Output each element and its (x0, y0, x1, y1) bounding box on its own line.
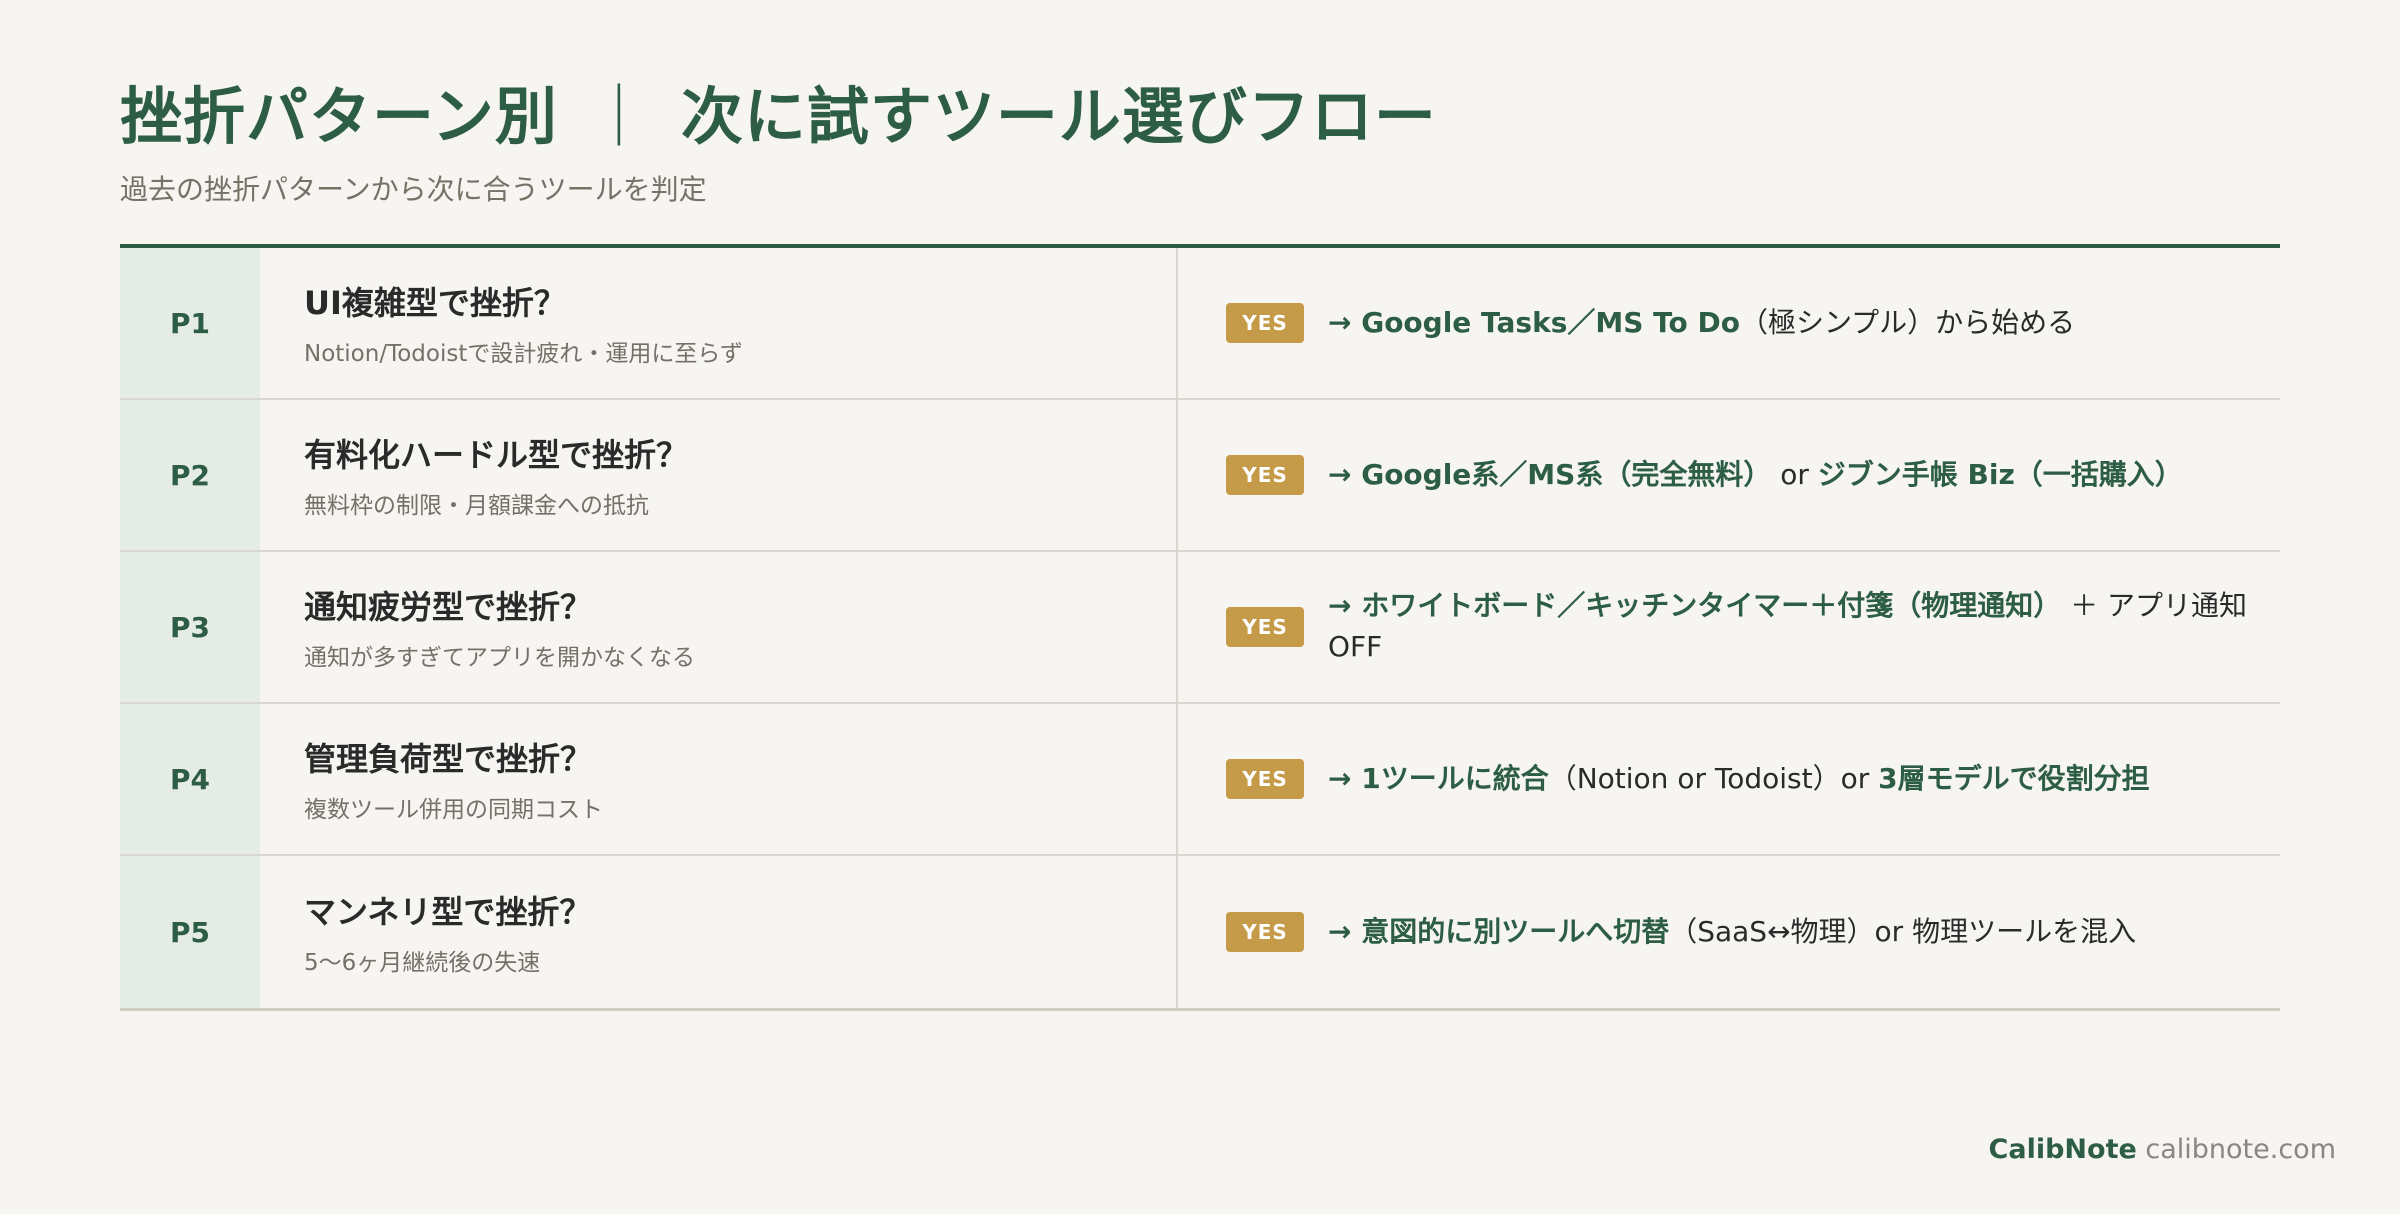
question-cell: UI複雑型で挫折？ Notion/Todoistで設計疲れ・運用に至らず (260, 248, 1178, 398)
question-text: 有料化ハードル型で挫折？ (304, 436, 689, 474)
question-detail: 5〜6ヶ月継続後の失速 (304, 950, 541, 976)
answer-cell: YES → Google Tasks／MS To Do（極シンプル）から始める (1178, 248, 2280, 398)
flow-table: P1 UI複雑型で挫折？ Notion/Todoistで設計疲れ・運用に至らず YES… (120, 244, 2280, 1011)
title-left: 挫折パターン別 (120, 80, 558, 153)
table-row: P1 UI複雑型で挫折？ Notion/Todoistで設計疲れ・運用に至らず YES… (120, 248, 2280, 400)
answer-text: → Google系／MS系（完全無料） or ジブン手帳 Biz（一括購入） (1328, 455, 2183, 496)
answer-highlight: → Google系／MS系（完全無料） (1328, 457, 1772, 491)
answer-note: or (1771, 457, 1818, 491)
answer-text: → Google Tasks／MS To Do（極シンプル）から始める (1328, 303, 2075, 344)
footer-url: calibnote.com (2145, 1134, 2336, 1165)
yes-badge: YES (1226, 759, 1304, 799)
yes-badge: YES (1226, 912, 1304, 952)
answer-highlight: ジブン手帳 Biz（一括購入） (1817, 457, 2183, 491)
answer-highlight: → 意図的に別ツールへ切替 (1328, 914, 1670, 948)
pattern-code: P3 (120, 552, 260, 702)
answer-note: （極シンプル）から始める (1740, 305, 2076, 339)
table-row: P5 マンネリ型で挫折？ 5〜6ヶ月継続後の失速 YES → 意図的に別ツールへ切替（S… (120, 856, 2280, 1008)
question-detail: 複数ツール併用の同期コスト (304, 797, 603, 823)
pattern-code: P5 (120, 856, 260, 1008)
answer-cell: YES → 意図的に別ツールへ切替（SaaS↔物理）or 物理ツールを混入 (1178, 856, 2280, 1008)
answer-note: （SaaS↔物理）or 物理ツールを混入 (1669, 914, 2137, 948)
footer: CalibNote calibnote.com (1989, 1134, 2336, 1165)
question-text: マンネリ型で挫折？ (304, 893, 592, 931)
answer-text: → 1ツールに統合（Notion or Todoist）or 3層モデルで役割分… (1328, 759, 2150, 800)
answer-highlight: 3層モデルで役割分担 (1878, 761, 2150, 795)
title-separator: ｜ (587, 80, 651, 153)
answer-cell: YES → Google系／MS系（完全無料） or ジブン手帳 Biz（一括購入… (1178, 400, 2280, 550)
answer-highlight: → ホワイトボード／キッチンタイマー＋付箋（物理通知） (1328, 589, 2062, 623)
question-detail: 通知が多すぎてアプリを開かなくなる (304, 645, 695, 671)
question-detail: 無料枠の制限・月額課金への抵抗 (304, 493, 649, 519)
answer-highlight: → 1ツールに統合 (1328, 761, 1549, 795)
answer-highlight: → Google Tasks／MS To Do (1328, 305, 1741, 339)
table-row: P4 管理負荷型で挫折？ 複数ツール併用の同期コスト YES → 1ツールに統合（Not… (120, 704, 2280, 856)
question-text: 通知疲労型で挫折？ (304, 588, 593, 626)
yes-badge: YES (1226, 455, 1304, 495)
question-cell: マンネリ型で挫折？ 5〜6ヶ月継続後の失速 (260, 856, 1178, 1008)
page-subtitle: 過去の挫折パターンから次に合うツールを判定 (120, 173, 707, 207)
answer-cell: YES → ホワイトボード／キッチンタイマー＋付箋（物理通知） ＋ アプリ通知OF… (1178, 552, 2280, 702)
question-text: UI複雑型で挫折？ (304, 284, 566, 322)
question-text: 管理負荷型で挫折？ (304, 740, 593, 778)
header: 挫折パターン別 ｜ 次に試すツール選びフロー 過去の挫折パターンから次に合うツールを… (120, 80, 2280, 208)
answer-note: （Notion or Todoist）or (1548, 761, 1879, 795)
question-detail: Notion/Todoistで設計疲れ・運用に至らず (304, 341, 743, 367)
footer-brand: CalibNote (1988, 1134, 2137, 1165)
page-title: 挫折パターン別 ｜ 次に試すツール選びフロー (120, 80, 2280, 154)
pattern-code: P4 (120, 704, 260, 854)
table-row: P3 通知疲労型で挫折？ 通知が多すぎてアプリを開かなくなる YES → ホワイトボード… (120, 552, 2280, 704)
answer-text: → 意図的に別ツールへ切替（SaaS↔物理）or 物理ツールを混入 (1328, 912, 2136, 953)
question-cell: 有料化ハードル型で挫折？ 無料枠の制限・月額課金への抵抗 (260, 400, 1178, 550)
pattern-code: P2 (120, 400, 260, 550)
yes-badge: YES (1226, 607, 1304, 647)
pattern-code: P1 (120, 248, 260, 398)
question-cell: 通知疲労型で挫折？ 通知が多すぎてアプリを開かなくなる (260, 552, 1178, 702)
title-right: 次に試すツール選びフロー (680, 80, 1437, 153)
answer-cell: YES → 1ツールに統合（Notion or Todoist）or 3層モデルで… (1178, 704, 2280, 854)
table-row: P2 有料化ハードル型で挫折？ 無料枠の制限・月額課金への抵抗 YES → Google… (120, 400, 2280, 552)
question-cell: 管理負荷型で挫折？ 複数ツール併用の同期コスト (260, 704, 1178, 854)
yes-badge: YES (1226, 303, 1304, 343)
answer-text: → ホワイトボード／キッチンタイマー＋付箋（物理通知） ＋ アプリ通知OFF (1328, 586, 2266, 667)
